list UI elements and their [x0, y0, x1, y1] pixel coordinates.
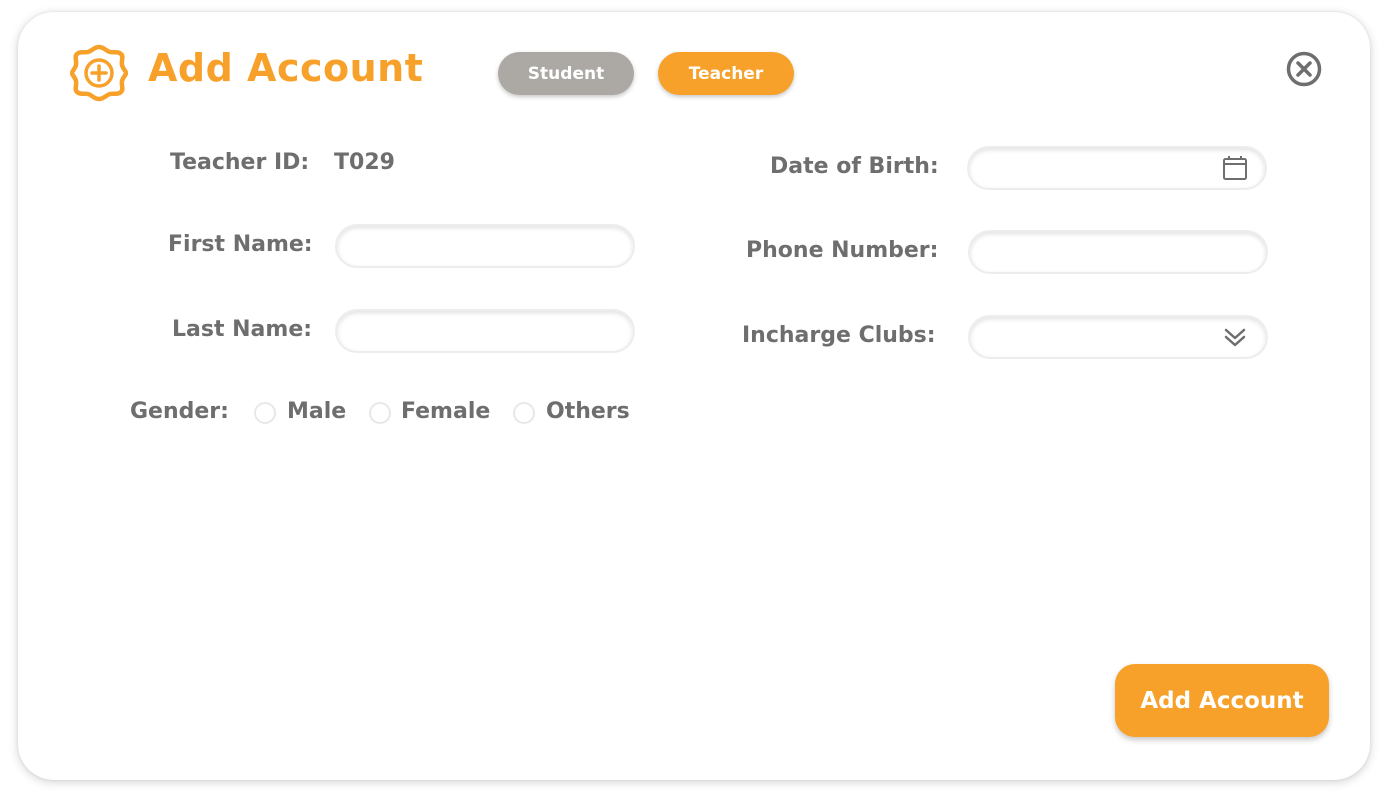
double-chevron-down-icon[interactable] — [1222, 324, 1248, 350]
teacher-id-value: T029 — [334, 150, 395, 175]
last-name-label: Last Name: — [172, 317, 313, 342]
phone-number-label: Phone Number: — [746, 238, 939, 263]
gender-male-label: Male — [287, 399, 347, 424]
close-icon[interactable] — [1286, 51, 1322, 87]
gender-female-radio[interactable] — [369, 402, 391, 424]
gender-label: Gender: — [130, 399, 229, 424]
gender-male-radio[interactable] — [254, 402, 276, 424]
gender-others-radio[interactable] — [513, 402, 535, 424]
add-account-button[interactable]: Add Account — [1115, 664, 1329, 737]
incharge-clubs-label: Incharge Clubs: — [742, 323, 936, 348]
calendar-icon[interactable] — [1222, 155, 1248, 181]
teacher-tab[interactable]: Teacher — [658, 52, 794, 95]
add-account-dialog: Add Account Student Teacher Teacher ID: … — [18, 12, 1370, 780]
last-name-field[interactable] — [335, 309, 635, 353]
add-badge-icon — [70, 44, 128, 102]
page-title: Add Account — [148, 46, 424, 90]
phone-number-field[interactable] — [968, 230, 1268, 274]
date-of-birth-label: Date of Birth: — [770, 154, 939, 179]
first-name-label: First Name: — [168, 232, 313, 257]
gender-others-label: Others — [546, 399, 630, 424]
gender-female-label: Female — [401, 399, 491, 424]
student-tab[interactable]: Student — [498, 52, 634, 95]
teacher-id-label: Teacher ID: — [170, 150, 310, 175]
first-name-field[interactable] — [335, 224, 635, 268]
